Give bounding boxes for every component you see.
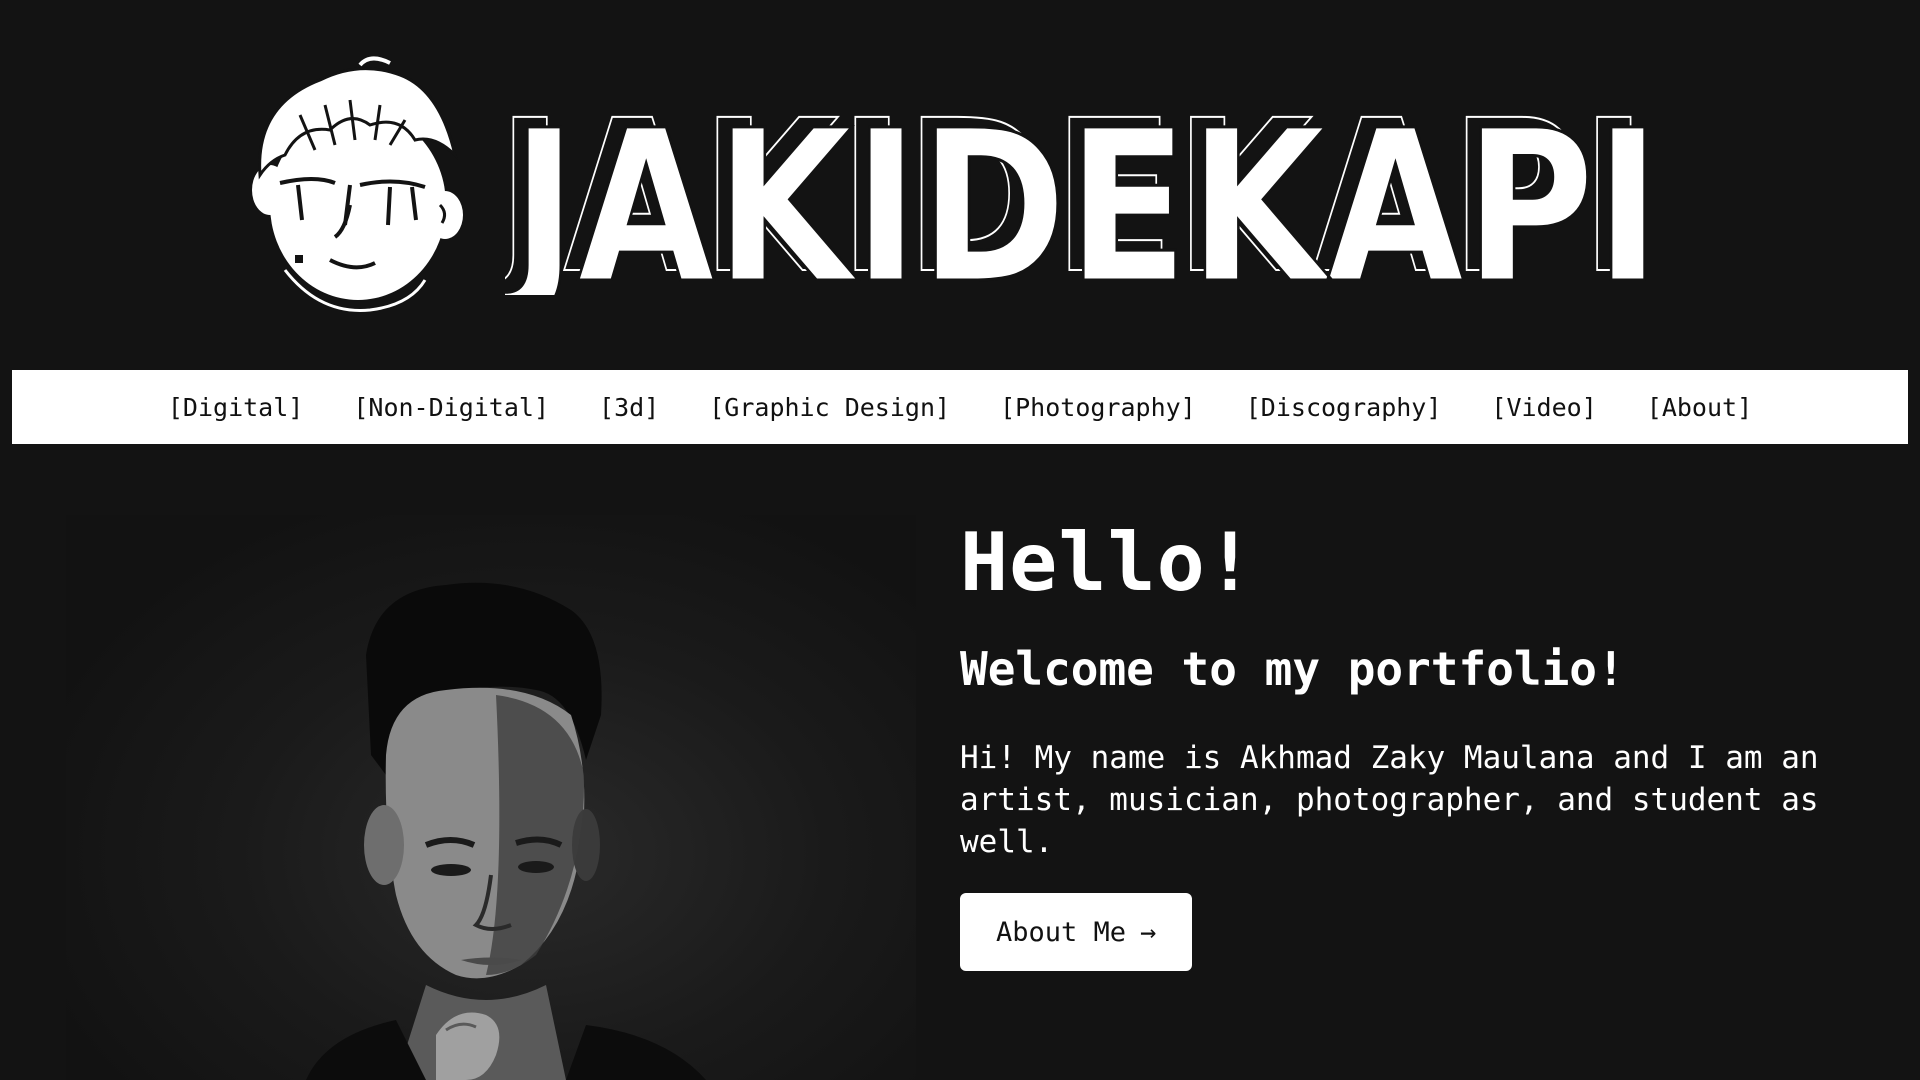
- hero-subheading: Welcome to my portfolio!: [960, 642, 1625, 696]
- hero-heading: Hello!: [960, 516, 1255, 609]
- main-nav: [Digital] [Non-Digital] [3d] [Graphic De…: [12, 370, 1908, 444]
- portfolio-page: JAKIDEKAPI JAKIDEKAPI [Digital] [Non-Dig…: [0, 0, 1920, 1080]
- hero-section: Hello! Welcome to my portfolio! Hi! My n…: [960, 515, 1860, 971]
- nav-item-digital[interactable]: [Digital]: [143, 393, 328, 422]
- hero-intro-text: Hi! My name is Akhmad Zaky Maulana and I…: [960, 740, 1819, 860]
- nav-item-3d[interactable]: [3d]: [574, 393, 684, 422]
- site-header: JAKIDEKAPI JAKIDEKAPI: [0, 0, 1920, 370]
- arrow-right-icon: →: [1140, 916, 1157, 948]
- nav-item-graphic-design[interactable]: [Graphic Design]: [684, 393, 975, 422]
- about-me-button-label: About Me: [996, 916, 1127, 948]
- about-me-button[interactable]: About Me →: [960, 893, 1193, 971]
- portrait-silhouette-icon: [306, 582, 706, 1080]
- nav-item-video[interactable]: [Video]: [1466, 393, 1621, 422]
- logo-wordmark-text: JAKIDEKAPI: [505, 85, 1661, 295]
- nav-item-discography[interactable]: [Discography]: [1221, 393, 1467, 422]
- nav-item-about[interactable]: [About]: [1622, 393, 1777, 422]
- cartoon-face-logo-icon[interactable]: [240, 55, 485, 315]
- nav-item-photography[interactable]: [Photography]: [975, 393, 1221, 422]
- logo-wordmark[interactable]: JAKIDEKAPI JAKIDEKAPI: [505, 80, 1675, 295]
- profile-photo: [66, 515, 916, 1080]
- nav-item-non-digital[interactable]: [Non-Digital]: [328, 393, 574, 422]
